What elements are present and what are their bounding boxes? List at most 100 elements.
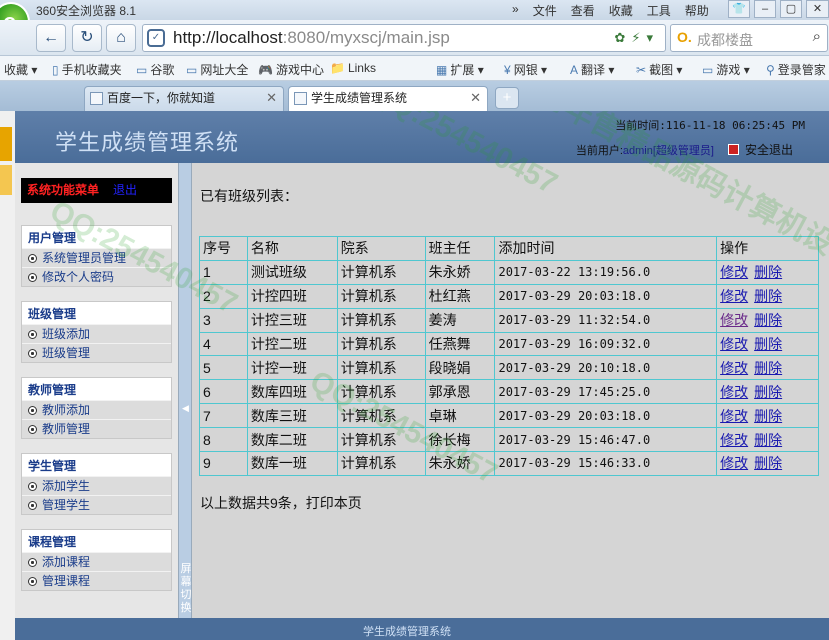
main-content: 已有班级列表： 序号 名称 院系 班主任 添加时间 操作 1 测试班级 计算机系 朱永… xyxy=(192,163,829,618)
menu-favorites[interactable]: 收藏 xyxy=(609,2,633,19)
sidebar: 系统功能菜单 退出 用户管理 系统管理员管理 修改个人密码 班级管理 班级添加 班… xyxy=(15,163,178,618)
close-window-button[interactable]: ✕ xyxy=(806,0,829,18)
col-header-index: 序号 xyxy=(199,236,248,261)
menu-item-admin-manage[interactable]: 系统管理员管理 xyxy=(22,248,171,267)
edit-link[interactable]: 修改 xyxy=(720,312,748,328)
menu-item-change-password[interactable]: 修改个人密码 xyxy=(22,267,171,286)
fav-mobile[interactable]: ▯ 手机收藏夹 xyxy=(52,61,122,78)
screen-toggle-splitter[interactable]: ◀ 屏幕切换 xyxy=(178,163,192,618)
delete-link[interactable]: 删除 xyxy=(754,384,782,400)
logout-link[interactable]: 安全退出 xyxy=(745,143,793,157)
back-button[interactable]: ← xyxy=(36,24,66,52)
browser-app-title: 360安全浏览器 8.1 xyxy=(36,4,137,18)
menu-group-students: 学生管理 添加学生 管理学生 xyxy=(21,453,172,515)
menu-item-teacher-add[interactable]: 教师添加 xyxy=(22,400,171,419)
delete-link[interactable]: 删除 xyxy=(754,312,782,328)
web-page: 学生成绩管理系统 当前时间:116-11-18 06:25:45 PM 当前用户… xyxy=(0,111,829,640)
screen-toggle-label[interactable]: 屏幕切换 xyxy=(180,563,192,615)
table-row: 3 计控三班 计算机系 姜涛 2017-03-29 11:32:54.0 修改 删除 xyxy=(199,307,819,333)
browser-navbar: ← ↻ ⌂ ✓ http://localhost:8080/myxscj/mai… xyxy=(0,20,829,56)
bullet-icon xyxy=(28,330,37,339)
menu-tools[interactable]: 工具 xyxy=(647,2,671,19)
edit-link[interactable]: 修改 xyxy=(720,432,748,448)
menu-help[interactable]: 帮助 xyxy=(685,2,709,19)
minimize-button[interactable]: – xyxy=(754,0,776,18)
shirt-skin-icon[interactable]: 👕 xyxy=(728,0,750,18)
collapse-arrow-icon[interactable]: ◀ xyxy=(182,403,189,414)
menu-file[interactable]: 文件 xyxy=(533,2,557,19)
sidebar-exit-link[interactable]: 退出 xyxy=(113,183,137,197)
address-url[interactable]: http://localhost:8080/myxscj/main.jsp xyxy=(173,28,450,48)
address-tools-icon[interactable]: ✿⚡▾ xyxy=(614,30,659,46)
cell-name: 数库四班 xyxy=(246,379,338,405)
edit-link[interactable]: 修改 xyxy=(720,288,748,304)
delete-link[interactable]: 删除 xyxy=(754,360,782,376)
cell-head-teacher: 卓琳 xyxy=(424,403,496,429)
tab-close-icon[interactable]: ✕ xyxy=(266,87,277,109)
bullet-icon xyxy=(28,482,37,491)
menu-group-title[interactable]: 课程管理 xyxy=(22,530,171,552)
home-button[interactable]: ⌂ xyxy=(106,24,136,52)
games-button[interactable]: ▭ 游戏 ▾ xyxy=(702,61,750,78)
fav-google[interactable]: ▭ 谷歌 xyxy=(136,61,174,78)
bullet-icon xyxy=(28,558,37,567)
menu-group-title[interactable]: 学生管理 xyxy=(22,454,171,476)
fav-links[interactable]: 📁 Links xyxy=(330,61,376,75)
cell-name: 计控二班 xyxy=(246,331,338,357)
fav-game-center[interactable]: 🎮 游戏中心 xyxy=(258,61,324,78)
menu-item-course-add[interactable]: 添加课程 xyxy=(22,552,171,571)
delete-link[interactable]: 删除 xyxy=(754,264,782,280)
bank-button[interactable]: ¥ 网银 ▾ xyxy=(504,61,547,78)
menu-item-class-add[interactable]: 班级添加 xyxy=(22,324,171,343)
extensions-button[interactable]: ▦ 扩展 ▾ xyxy=(436,61,484,78)
menu-view[interactable]: 查看 xyxy=(571,2,595,19)
login-manager-button[interactable]: ⚲ 登录管家 xyxy=(766,61,826,78)
tab-active-grade-system[interactable]: 学生成绩管理系统 ✕ xyxy=(288,86,488,111)
tab-close-icon[interactable]: ✕ xyxy=(470,87,481,109)
address-bar[interactable]: ✓ http://localhost:8080/myxscj/main.jsp … xyxy=(142,24,666,52)
bullet-icon xyxy=(28,273,37,282)
cell-name: 计控一班 xyxy=(246,355,338,381)
edit-link[interactable]: 修改 xyxy=(720,384,748,400)
refresh-button[interactable]: ↻ xyxy=(72,24,102,52)
fav-hao[interactable]: ▭ 网址大全 xyxy=(186,61,248,78)
edit-link[interactable]: 修改 xyxy=(720,360,748,376)
tab-baidu[interactable]: 百度一下，你就知道 ✕ xyxy=(84,86,284,111)
menu-item-student-add[interactable]: 添加学生 xyxy=(22,476,171,495)
menu-item-class-manage[interactable]: 班级管理 xyxy=(22,343,171,362)
screenshot-button[interactable]: ✂ 截图 ▾ xyxy=(636,61,682,78)
edit-link[interactable]: 修改 xyxy=(720,455,748,471)
maximize-button[interactable]: ▢ xyxy=(780,0,802,18)
delete-link[interactable]: 删除 xyxy=(754,336,782,352)
edit-link[interactable]: 修改 xyxy=(720,408,748,424)
edit-link[interactable]: 修改 xyxy=(720,336,748,352)
col-header-head-teacher: 班主任 xyxy=(424,236,496,261)
search-input[interactable]: 成都楼盘 xyxy=(697,30,753,50)
cell-actions: 修改 删除 xyxy=(716,259,819,285)
menu-item-teacher-manage[interactable]: 教师管理 xyxy=(22,419,171,438)
search-icon[interactable]: ⌕ xyxy=(813,28,821,45)
translate-button[interactable]: A 翻译 ▾ xyxy=(570,61,614,78)
new-tab-button[interactable]: + xyxy=(495,87,519,109)
menu-group-title[interactable]: 用户管理 xyxy=(22,226,171,248)
cell-actions: 修改 删除 xyxy=(716,427,819,453)
fav-collect[interactable]: 收藏 ▾ xyxy=(4,61,37,78)
menu-more[interactable]: » xyxy=(512,2,519,19)
delete-link[interactable]: 删除 xyxy=(754,408,782,424)
edit-link[interactable]: 修改 xyxy=(720,264,748,280)
cell-head-teacher: 任燕舞 xyxy=(424,331,496,357)
menu-item-course-manage[interactable]: 管理课程 xyxy=(22,571,171,590)
bullet-icon xyxy=(28,425,37,434)
delete-link[interactable]: 删除 xyxy=(754,288,782,304)
bullet-icon xyxy=(28,501,37,510)
delete-link[interactable]: 删除 xyxy=(754,455,782,471)
search-engine-icon[interactable]: O. xyxy=(677,29,692,45)
menu-group-title[interactable]: 班级管理 xyxy=(22,302,171,324)
delete-link[interactable]: 删除 xyxy=(754,432,782,448)
search-box[interactable]: O. 成都楼盘 ⌕ xyxy=(670,24,828,52)
record-count-footnote[interactable]: 以上数据共9条，打印本页 xyxy=(200,493,362,513)
menu-item-student-manage[interactable]: 管理学生 xyxy=(22,495,171,514)
cell-name: 数库二班 xyxy=(246,427,338,453)
class-table: 序号 名称 院系 班主任 添加时间 操作 1 测试班级 计算机系 朱永娇 2017-03… xyxy=(199,236,819,476)
menu-group-title[interactable]: 教师管理 xyxy=(22,378,171,400)
